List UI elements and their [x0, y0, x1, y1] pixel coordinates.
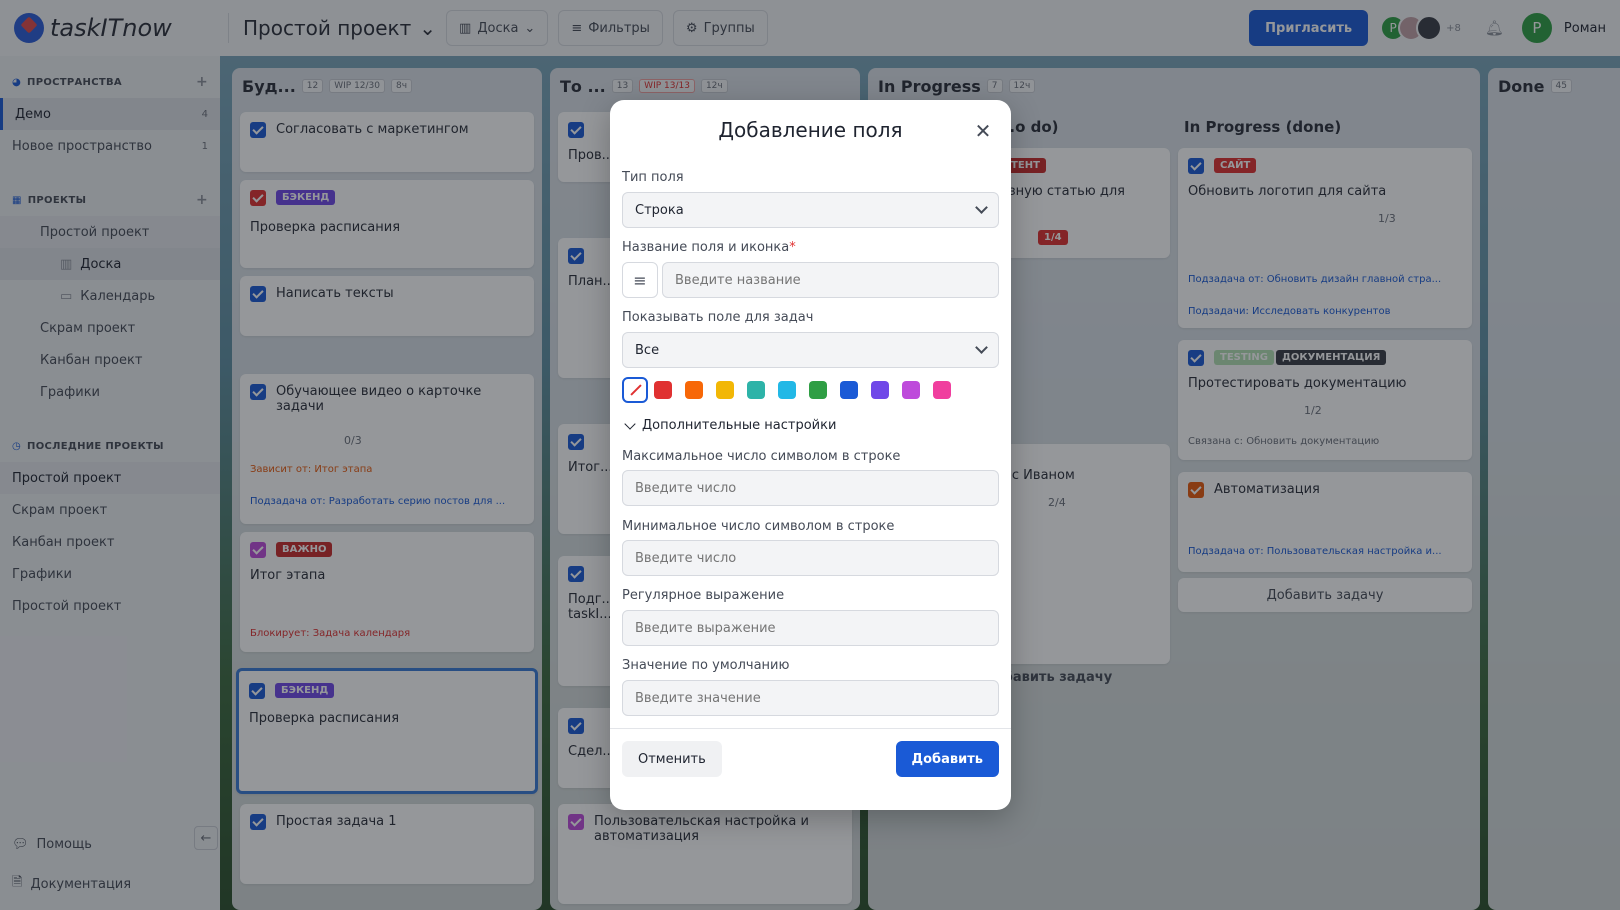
- color-swatch[interactable]: [871, 381, 889, 399]
- add-field-dialog: Добавление поля ✕ Тип поля Строка Назван…: [610, 100, 1011, 810]
- field-name-label: Название поля и иконка*: [622, 240, 796, 255]
- field-icon-picker[interactable]: ≡: [622, 262, 658, 298]
- color-swatch-none[interactable]: [622, 377, 648, 403]
- show-for-tasks-label: Показывать поле для задач: [622, 310, 814, 325]
- color-swatch[interactable]: [778, 381, 796, 399]
- min-chars-label: Минимальное число символом в строке: [622, 519, 895, 534]
- max-chars-label: Максимальное число символом в строке: [622, 449, 901, 464]
- field-type-label: Тип поля: [622, 170, 684, 185]
- min-chars-input[interactable]: [622, 540, 999, 576]
- show-for-tasks-value: Все: [635, 342, 660, 358]
- max-chars-input[interactable]: [622, 470, 999, 506]
- chevron-down-icon: [624, 417, 636, 430]
- color-swatch[interactable]: [685, 381, 703, 399]
- text-lines-icon: ≡: [633, 270, 647, 290]
- default-value-label: Значение по умолчанию: [622, 658, 790, 673]
- chevron-down-icon: [975, 201, 988, 214]
- color-swatch[interactable]: [902, 381, 920, 399]
- color-swatch[interactable]: [840, 381, 858, 399]
- chevron-down-icon: [975, 341, 988, 354]
- close-icon[interactable]: ✕: [972, 119, 994, 143]
- color-swatch[interactable]: [809, 381, 827, 399]
- color-swatch[interactable]: [654, 381, 672, 399]
- regex-input[interactable]: [622, 610, 999, 646]
- required-mark: *: [789, 240, 796, 255]
- color-swatch[interactable]: [747, 381, 765, 399]
- cancel-button[interactable]: Отменить: [622, 741, 722, 777]
- dialog-footer: Отменить Добавить: [610, 728, 1011, 792]
- field-name-input[interactable]: [662, 262, 999, 298]
- field-name-label-text: Название поля и иконка: [622, 240, 790, 255]
- advanced-settings-label: Дополнительные настройки: [642, 418, 837, 433]
- dialog-title: Добавление поля: [718, 118, 903, 142]
- regex-label: Регулярное выражение: [622, 588, 785, 603]
- show-for-tasks-select[interactable]: Все: [622, 332, 999, 368]
- field-type-value: Строка: [635, 202, 684, 218]
- color-swatch[interactable]: [933, 381, 951, 399]
- add-button[interactable]: Добавить: [895, 741, 999, 777]
- advanced-settings-toggle[interactable]: Дополнительные настройки: [624, 417, 837, 433]
- color-swatch[interactable]: [716, 381, 734, 399]
- default-value-input[interactable]: [622, 680, 999, 716]
- field-type-select[interactable]: Строка: [622, 192, 999, 228]
